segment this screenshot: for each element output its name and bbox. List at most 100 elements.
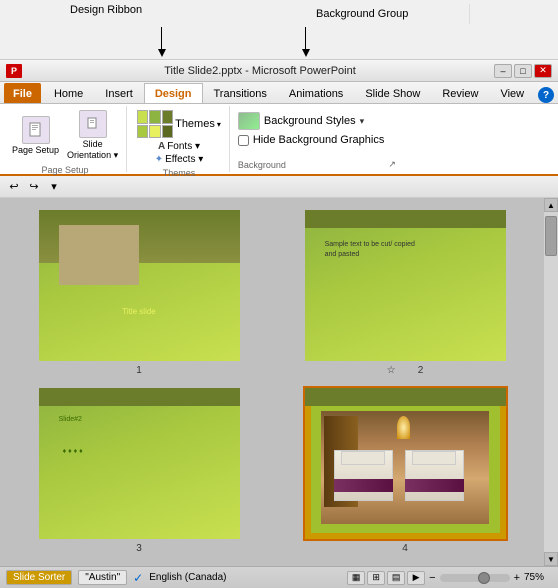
minimize-button[interactable]: –	[494, 64, 512, 78]
title-bar: P Title Slide2.pptx - Microsoft PowerPoi…	[0, 60, 558, 82]
fonts-label: Fonts ▾	[167, 141, 200, 152]
fonts-button[interactable]: A Fonts ▾	[156, 140, 202, 153]
hide-background-label: Hide Background Graphics	[253, 134, 384, 146]
themes-group-label: Themes	[163, 166, 196, 178]
hotel-room-view	[321, 411, 490, 524]
theme-indicator: "Austin"	[78, 570, 127, 585]
slide4-hotel-image	[321, 411, 490, 524]
effects-button[interactable]: ✦ Effects ▾	[153, 153, 206, 166]
hide-background-row: Hide Background Graphics	[238, 134, 384, 146]
slide-cell-4: Slide	[276, 386, 534, 556]
status-bar: Slide Sorter "Austin" ✓ English (Canada)…	[0, 566, 558, 588]
app-icon: P	[6, 64, 22, 78]
slide2-content-text: Sample text to be cut/ copiedand pasted	[325, 240, 415, 260]
tab-transitions[interactable]: Transitions	[203, 83, 278, 103]
undo-button[interactable]: ↩	[6, 179, 22, 195]
slide-thumb-1[interactable]: Title slide	[37, 208, 242, 363]
design-arrow-line	[161, 27, 162, 49]
language-indicator: English (Canada)	[149, 572, 226, 583]
annotation-area: Design Ribbon Background Group	[0, 0, 558, 60]
tab-insert[interactable]: Insert	[94, 83, 144, 103]
background-arrow	[302, 49, 310, 57]
slide1-title-text: Title slide	[122, 307, 156, 316]
ribbon-tabs: File Home Insert Design Transitions Anim…	[0, 82, 558, 104]
slide2-background: Sample text to be cut/ copiedand pasted	[305, 210, 506, 361]
slide-sorter-view-button[interactable]: ⊞	[367, 571, 385, 585]
themes-group: Themes ▾ A Fonts ▾ ✦ Effects ▾ Themes	[129, 106, 230, 172]
background-group-annotation: Background Group	[310, 4, 470, 24]
tab-view[interactable]: View	[489, 83, 535, 103]
tab-slideshow[interactable]: Slide Show	[354, 83, 431, 103]
help-button[interactable]: ?	[538, 87, 554, 103]
slideshow-view-button[interactable]: ▶	[407, 571, 425, 585]
background-styles-button[interactable]: Background Styles ▾	[238, 112, 364, 130]
slide3-bullets-text: ♦ ♦ ♦ ♦	[63, 448, 83, 455]
view-buttons: ▦ ⊞ ▤ ▶	[347, 571, 425, 585]
slide-thumb-2[interactable]: Sample text to be cut/ copiedand pasted	[303, 208, 508, 363]
zoom-out-icon[interactable]: −	[429, 572, 435, 584]
slide-cell-3: Slide#2 ♦ ♦ ♦ ♦ 3	[10, 386, 268, 556]
slide4-top-bar	[305, 388, 506, 406]
slide-sorter-button[interactable]: Slide Sorter	[6, 570, 72, 585]
background-styles-arrow: ▾	[360, 116, 365, 127]
themes-group-content: Themes ▾	[135, 108, 223, 140]
slide-thumb-3[interactable]: Slide#2 ♦ ♦ ♦ ♦	[37, 386, 242, 541]
status-right: ▦ ⊞ ▤ ▶ − + 75%	[347, 571, 552, 585]
tab-design[interactable]: Design	[144, 83, 203, 103]
background-group-expand[interactable]: ↗	[388, 159, 396, 170]
reading-view-button[interactable]: ▤	[387, 571, 405, 585]
background-styles-icon	[238, 112, 260, 130]
slide3-top-bar	[39, 388, 240, 406]
slide4-background: Slide	[305, 388, 506, 539]
customize-button[interactable]: ▾	[46, 179, 62, 195]
redo-button[interactable]: ↪	[26, 179, 42, 195]
ribbon-content: Page Setup Slide Orientation ▾ Page Setu…	[0, 104, 558, 176]
slides-panel: Title slide 1 Sample text to be cut/ cop…	[0, 198, 544, 566]
scroll-up-button[interactable]: ▲	[544, 198, 558, 212]
slide3-title-text: Slide#2	[59, 415, 82, 425]
page-setup-label: Page Setup	[12, 145, 59, 155]
zoom-in-icon[interactable]: +	[514, 572, 520, 584]
slide-number-1: 1	[136, 365, 142, 376]
maximize-button[interactable]: □	[514, 64, 532, 78]
background-group: Background Styles ▾ Hide Background Grap…	[232, 106, 402, 172]
slide2-top-bar	[305, 210, 506, 228]
themes-label: Themes	[175, 118, 215, 130]
page-setup-icon	[22, 116, 50, 144]
quick-access-toolbar: ↩ ↪ ▾	[0, 176, 558, 198]
slide-thumb-4[interactable]: Slide	[303, 386, 508, 541]
background-group-label: Background	[238, 158, 286, 170]
vertical-scrollbar: ▲ ▼	[544, 198, 558, 566]
hide-background-checkbox[interactable]	[238, 135, 249, 146]
slide-number-2: ☆ 2	[387, 365, 424, 376]
effects-label: Effects ▾	[165, 154, 203, 165]
design-arrow	[158, 49, 166, 57]
tab-file[interactable]: File	[4, 83, 41, 103]
zoom-level: 75%	[524, 572, 552, 583]
tab-home[interactable]: Home	[43, 83, 94, 103]
slide-orientation-button[interactable]: Slide Orientation ▾	[65, 108, 120, 163]
effects-icon: ✦	[155, 154, 163, 165]
slide-number-3: 3	[136, 543, 142, 554]
close-button[interactable]: ✕	[534, 64, 552, 78]
status-left: Slide Sorter "Austin" ✓ English (Canada)	[6, 570, 226, 585]
zoom-slider[interactable]	[440, 574, 510, 582]
background-styles-label: Background Styles	[264, 115, 356, 127]
tab-animations[interactable]: Animations	[278, 83, 354, 103]
scroll-down-button[interactable]: ▼	[544, 552, 558, 566]
check-icon: ✓	[133, 571, 143, 585]
themes-button[interactable]: Themes ▾	[135, 108, 223, 140]
page-setup-button[interactable]: Page Setup	[10, 114, 61, 157]
bg-arrow-line	[305, 27, 306, 49]
normal-view-button[interactable]: ▦	[347, 571, 365, 585]
scroll-thumb[interactable]	[545, 216, 557, 256]
fonts-icon: A	[158, 141, 165, 152]
slide1-brown-block	[59, 225, 139, 285]
main-area: Title slide 1 Sample text to be cut/ cop…	[0, 198, 558, 566]
slide-orientation-label2: Orientation ▾	[67, 150, 118, 161]
page-setup-group: Page Setup Slide Orientation ▾ Page Setu…	[4, 106, 127, 172]
zoom-thumb	[478, 572, 490, 584]
tab-review[interactable]: Review	[431, 83, 489, 103]
slide1-background: Title slide	[39, 210, 240, 361]
slide-cell-2: Sample text to be cut/ copiedand pasted …	[276, 208, 534, 378]
